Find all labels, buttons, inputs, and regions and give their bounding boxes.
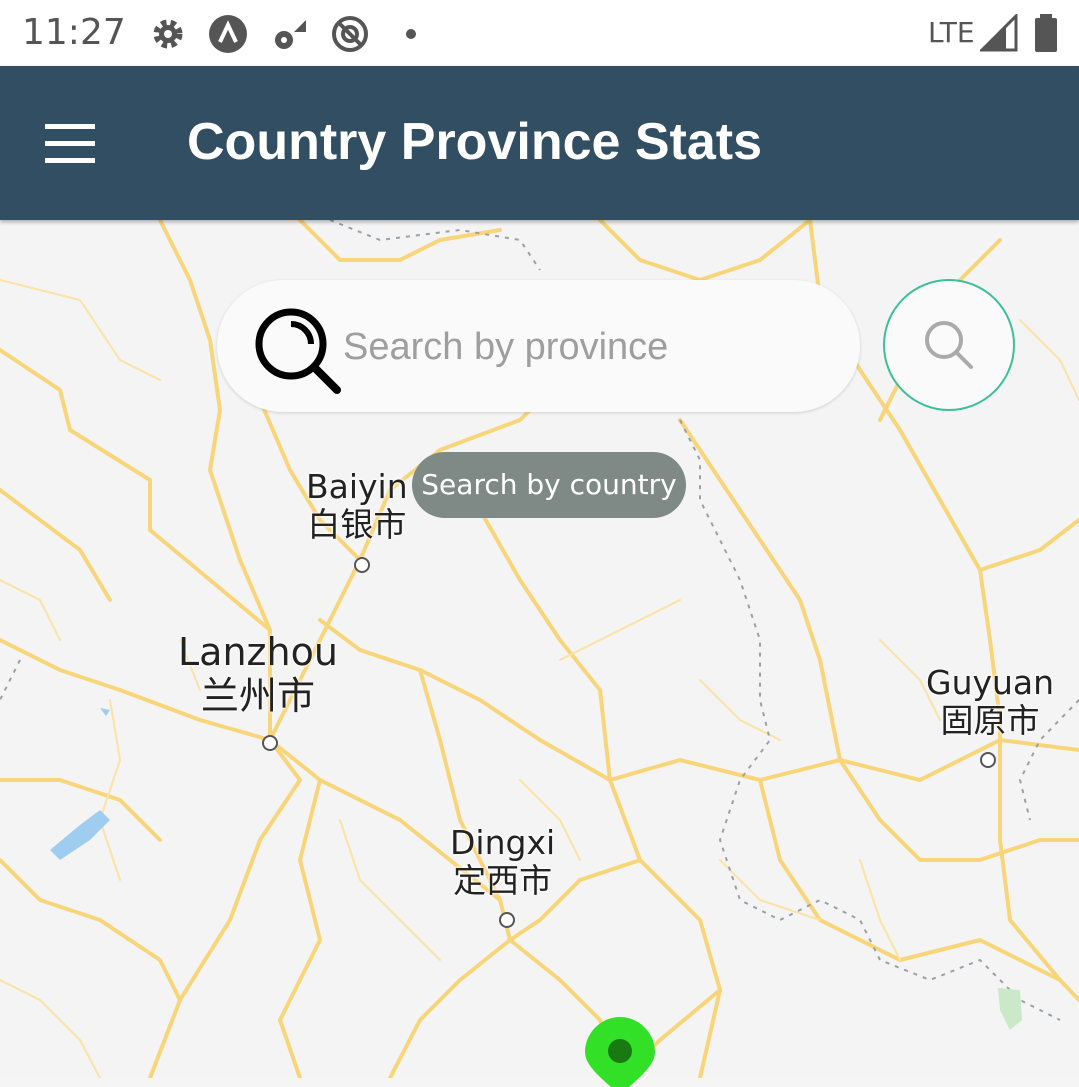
city-name-zh: 定西市 — [453, 861, 553, 900]
settings-icon — [153, 19, 183, 49]
city-label-dingxi: Dingxi 定西市 — [450, 824, 555, 900]
city-name-en: Dingxi — [450, 823, 556, 862]
city-name-zh: 兰州市 — [200, 674, 315, 718]
map-marker-icon[interactable] — [585, 1017, 655, 1087]
city-label-baiyin: Baiyin 白银市 — [306, 468, 408, 544]
network-type: LTE — [928, 16, 975, 49]
city-name-en: Baiyin — [306, 467, 408, 506]
city-name-en: Lanzhou — [178, 630, 338, 674]
do-not-disturb-icon — [332, 16, 368, 52]
province-search-bar[interactable] — [217, 280, 860, 412]
province-search-input[interactable] — [341, 318, 825, 376]
status-bar: 11:27 LTE — [0, 0, 1079, 66]
hamburger-menu-icon[interactable] — [36, 110, 106, 176]
status-time: 11:27 — [22, 12, 126, 53]
city-name-zh: 固原市 — [940, 701, 1040, 740]
notification-dot-icon — [406, 29, 416, 39]
city-dot-dingxi — [499, 912, 515, 928]
app-a-icon — [209, 15, 247, 53]
search-icon — [255, 308, 341, 394]
city-dot-lanzhou — [262, 735, 278, 751]
city-label-lanzhou: Lanzhou 兰州市 — [178, 630, 338, 718]
country-search-button[interactable] — [883, 279, 1015, 411]
city-name-zh: 白银市 — [307, 505, 407, 544]
app-bar: Country Province Stats — [0, 66, 1079, 220]
city-dot-baiyin — [354, 557, 370, 573]
city-label-guyuan: Guyuan 固原市 — [926, 664, 1054, 740]
city-dot-guyuan — [980, 752, 996, 768]
page-title: Country Province Stats — [187, 113, 763, 171]
battery-icon — [1035, 14, 1057, 52]
signal-icon — [980, 14, 1018, 52]
signal-off-icon — [275, 20, 306, 49]
country-search-tooltip: Search by country — [412, 452, 686, 518]
city-name-en: Guyuan — [926, 663, 1055, 702]
search-icon — [925, 321, 973, 369]
